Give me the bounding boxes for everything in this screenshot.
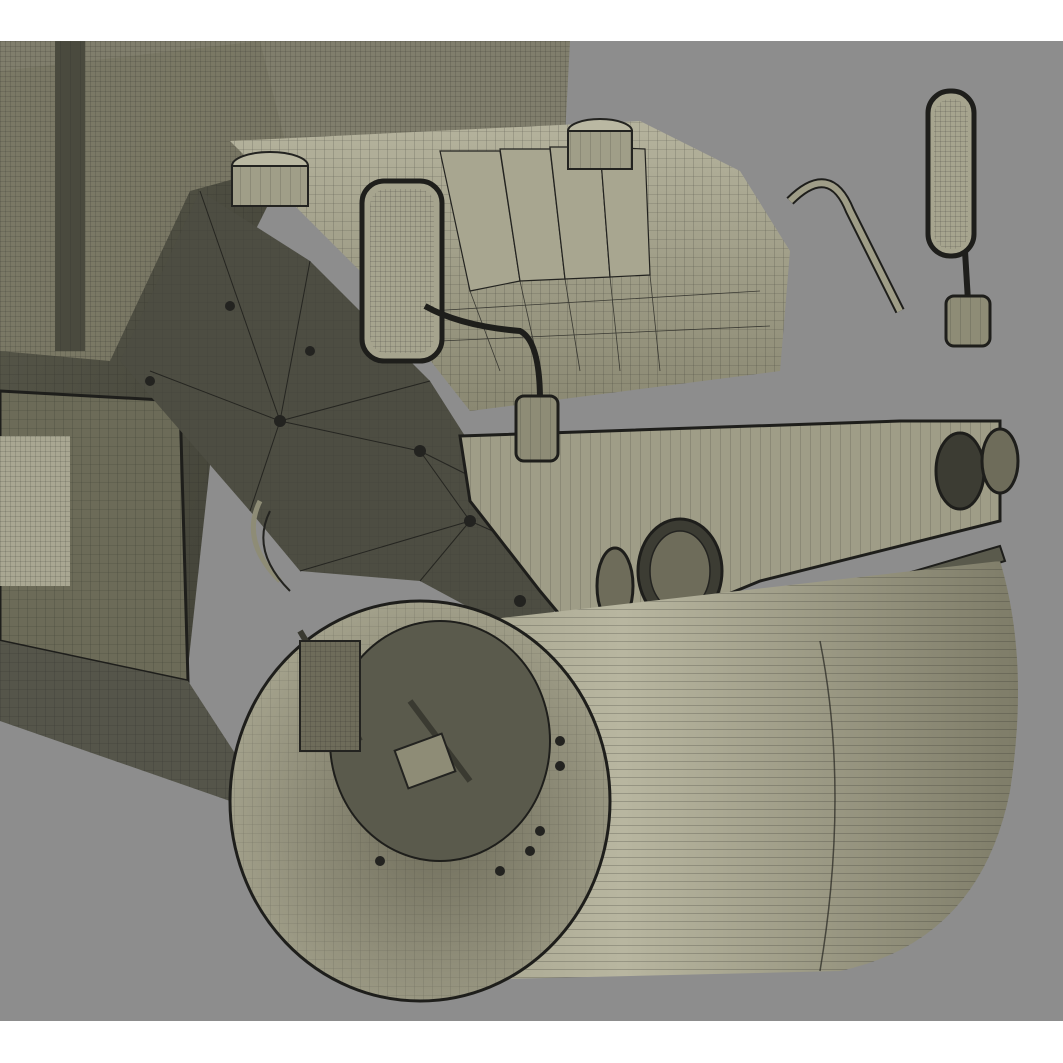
mirror-right (925, 88, 992, 348)
grab-handle (786, 178, 905, 314)
viewport-frame (0, 0, 1063, 1063)
3d-viewport[interactable] (0, 41, 1063, 1021)
roller-drum (228, 561, 1018, 1003)
wireframe-model (0, 41, 1020, 1003)
